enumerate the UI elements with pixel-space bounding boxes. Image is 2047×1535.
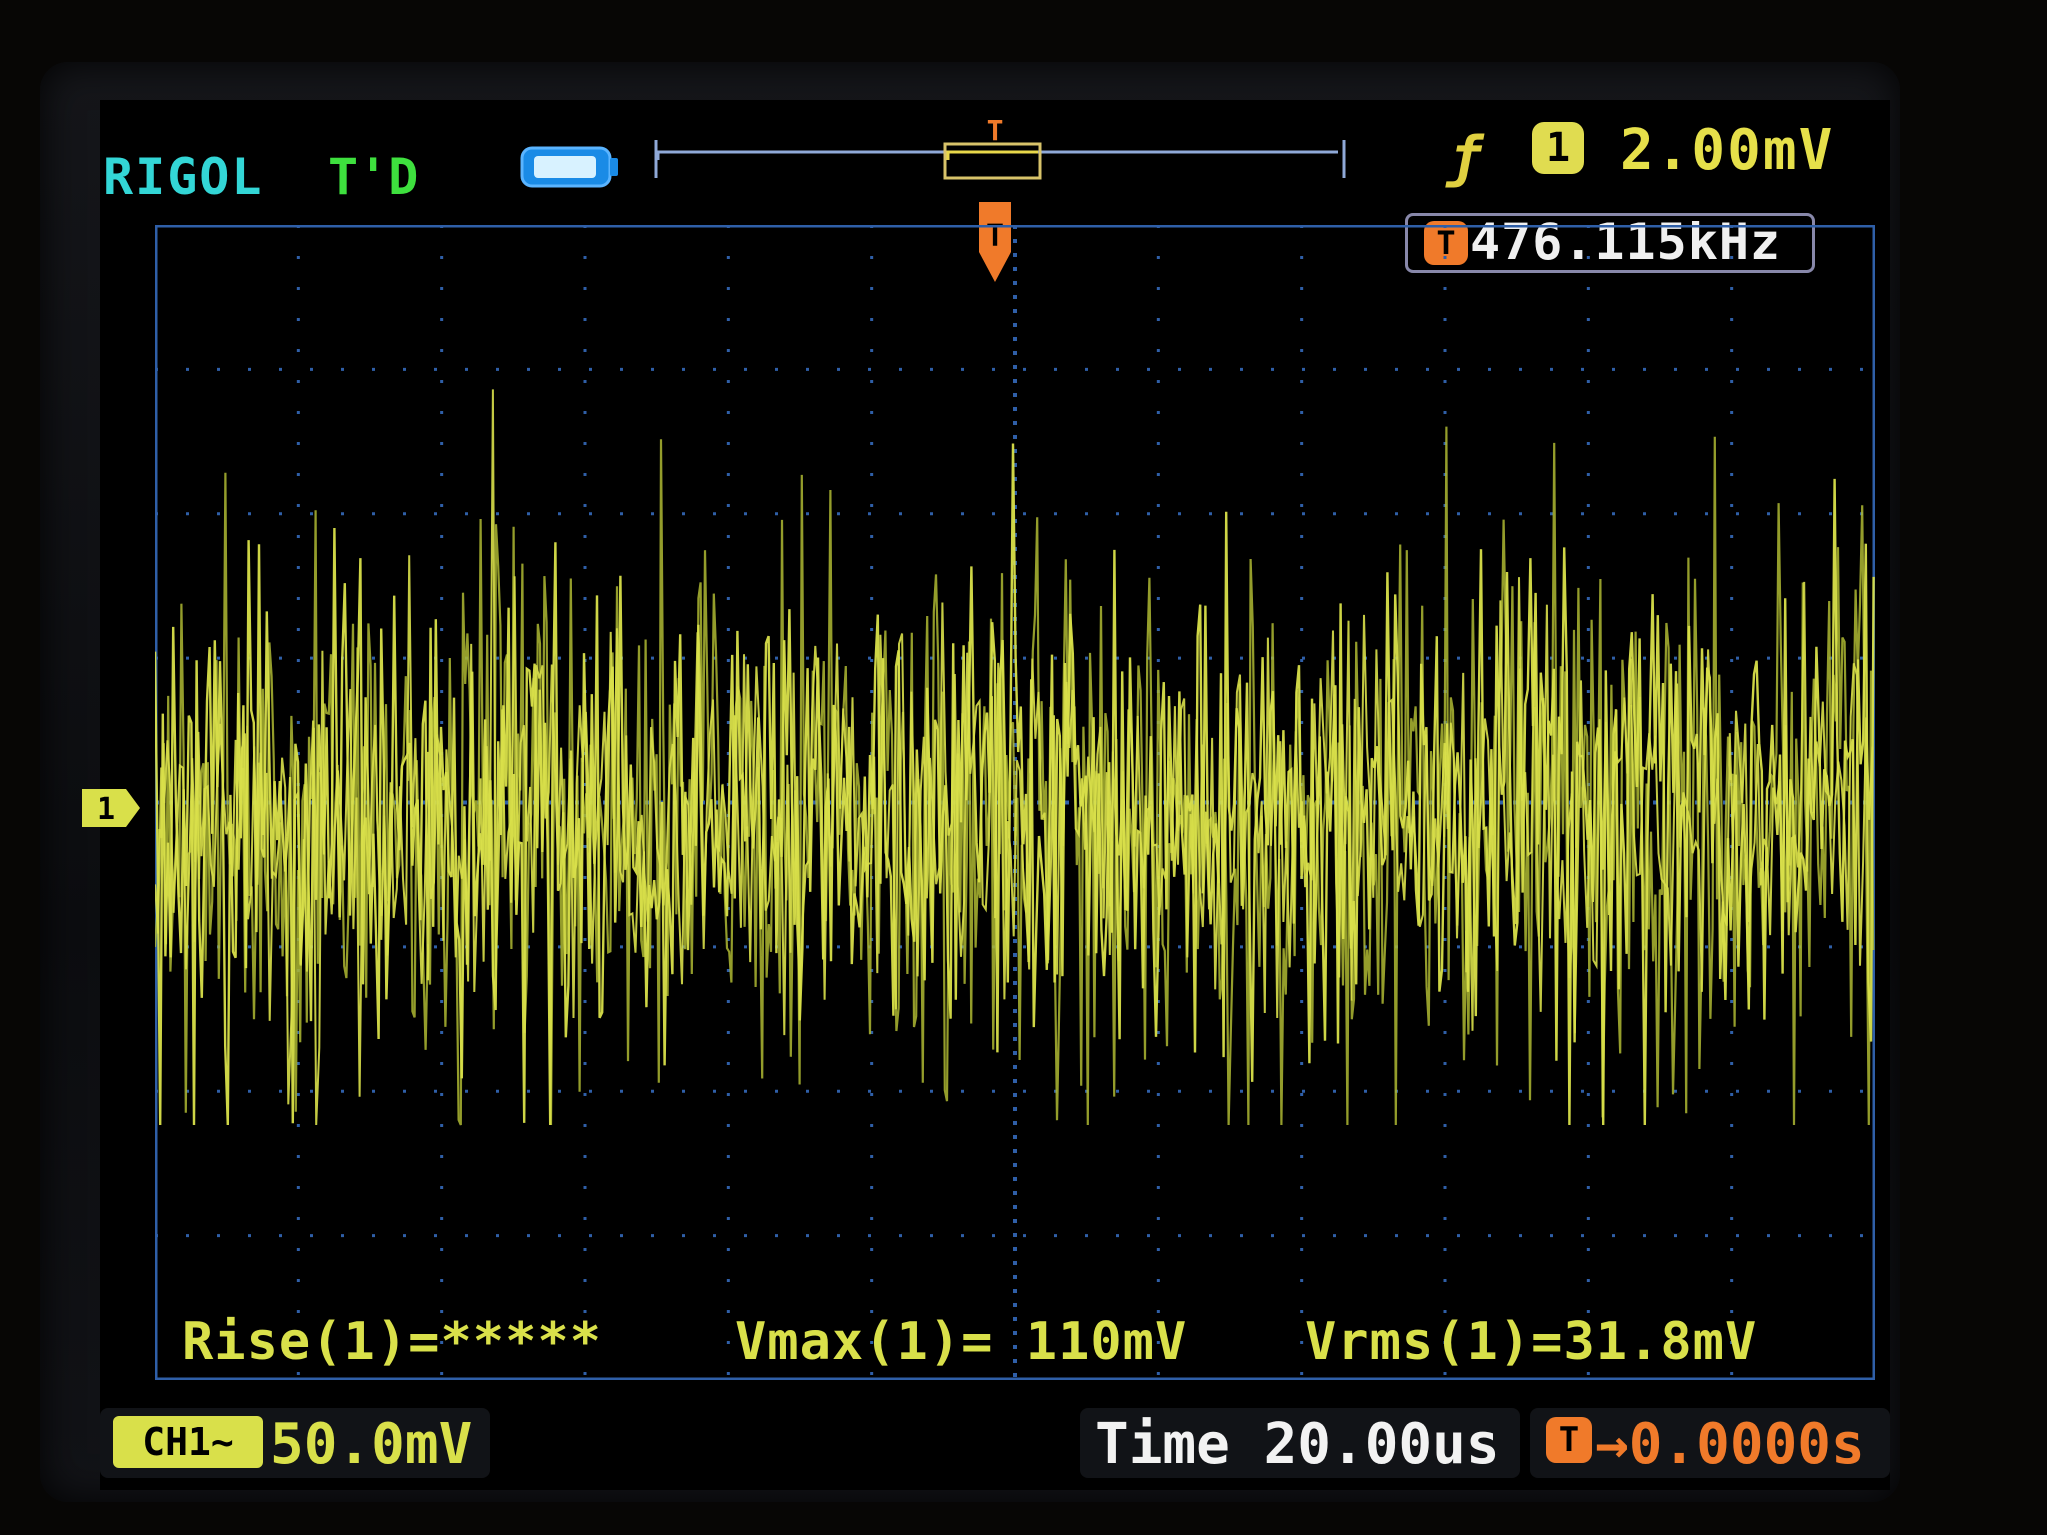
memory-depth-icon [520, 146, 618, 188]
channel-marker-label: 1 [97, 792, 115, 827]
channel-1-waveform [155, 389, 1875, 1126]
channel-1-ground-marker[interactable]: 1 [80, 787, 142, 829]
vmax-measurement: Vmax(1)= 110mV [735, 1312, 1188, 1372]
rising-edge-icon: ƒ [1448, 125, 1482, 190]
timebase-value[interactable]: Time 20.00us [1095, 1412, 1500, 1477]
trigger-offset-badge: T [1546, 1417, 1592, 1463]
acquisition-mode: T'D [328, 148, 419, 206]
channel-1-scale[interactable]: 50.0mV [270, 1412, 472, 1477]
trigger-offset-value[interactable]: →0.0000s [1595, 1412, 1865, 1477]
trigger-level: 2.00mV [1620, 118, 1835, 183]
brand-label: RIGOL [103, 148, 264, 206]
rise-measurement: Rise(1)=***** [182, 1312, 602, 1372]
trigger-top-label: T [987, 114, 1004, 147]
vrms-measurement: Vrms(1)=31.8mV [1305, 1312, 1758, 1372]
channel-1-badge[interactable]: CH1~ [113, 1416, 263, 1468]
trigger-channel-badge: 1 [1532, 122, 1584, 174]
